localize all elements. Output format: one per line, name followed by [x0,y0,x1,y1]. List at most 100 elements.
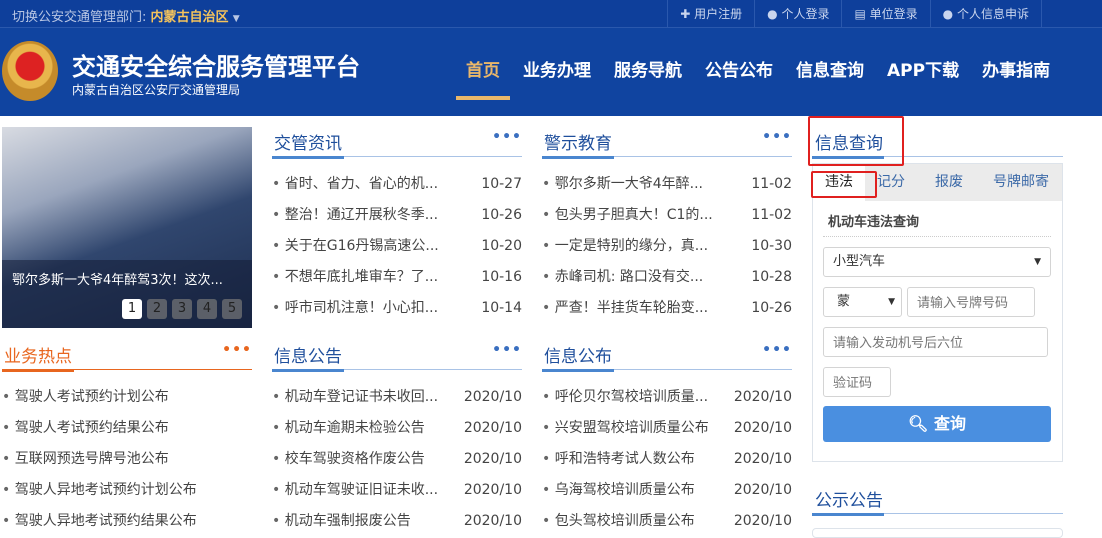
warn-list: 鄂尔多斯一大爷4年醉... 11-02 包头男子胆真大！C1的... 11-02 一定是… [542,169,792,324]
more-button[interactable]: ••• [222,342,252,370]
list-item[interactable]: 整治！通辽开展秋冬季... 10-26 [272,200,522,231]
item-date: 10-16 [481,269,522,285]
list-item[interactable]: 呼伦贝尔驾校培训质量... 2020/10 [542,382,792,413]
list-item[interactable]: 省时、省力、省心的机... 10-27 [272,169,522,200]
item-title[interactable]: 严查！半挂货车轮胎变... [542,293,708,324]
item-title[interactable]: 互联网预选号牌号池公布 [2,444,169,475]
item-date: 2020/10 [463,389,522,405]
list-item[interactable]: 呼市司机注意！小心扣... 10-14 [272,293,522,324]
nav-guide[interactable]: 办事指南 [972,56,1060,98]
list-item[interactable]: 兴安盟驾校培训质量公布 2020/10 [542,413,792,444]
section-title: 信息公布 [544,347,612,367]
item-title[interactable]: 校车驾驶资格作废公告 [272,444,425,475]
more-button[interactable]: ••• [762,129,792,157]
warn-section: 警示教育 ••• 鄂尔多斯一大爷4年醉... 11-02 包头男子胆真大！C1的... 1… [542,129,792,324]
carousel-page-3[interactable]: 3 [172,299,192,319]
item-title[interactable]: 呼市司机注意！小心扣... [272,293,438,324]
list-item[interactable]: 互联网预选号牌号池公布 [2,444,252,475]
list-item[interactable]: 严查！半挂货车轮胎变... 10-26 [542,293,792,324]
more-button[interactable]: ••• [492,342,522,370]
list-item[interactable]: 包头男子胆真大！C1的... 11-02 [542,200,792,231]
list-item[interactable]: 呼和浩特考试人数公布 2020/10 [542,444,792,475]
list-item[interactable]: 校车驾驶资格作废公告 2020/10 [272,444,522,475]
item-date: 10-28 [751,269,792,285]
vehicle-type-select[interactable]: 小型汽车 ▼ [823,247,1051,277]
item-title[interactable]: 关于在G16丹锡高速公... [272,231,439,262]
list-item[interactable]: 包头驾校培训质量公布 2020/10 [542,506,792,537]
province-value: 蒙 [837,294,851,309]
tab-plate-mail[interactable]: 号牌邮寄 [975,164,1061,201]
query-submit-button[interactable]: 🔍︎ 查询 [823,406,1051,442]
public-notice-header: 公示公告 [812,486,1063,516]
personal-login-link[interactable]: ● 个人登录 [754,0,841,28]
item-title[interactable]: 包头男子胆真大！C1的... [542,200,713,231]
list-item[interactable]: 关于在G16丹锡高速公... 10-20 [272,231,522,262]
nav-app-download[interactable]: APP下载 [877,56,969,98]
carousel-page-1[interactable]: 1 [122,299,142,319]
item-title[interactable]: 鄂尔多斯一大爷4年醉... [542,169,703,200]
list-item[interactable]: 机动车驾驶证旧证未收... 2020/10 [272,475,522,506]
register-link[interactable]: ✚ 用户注册 [667,0,754,28]
item-title[interactable]: 不想年底扎堆审车？了... [272,262,438,293]
item-title[interactable]: 整治！通辽开展秋冬季... [272,200,438,231]
list-item[interactable]: 赤峰司机: 路口没有交... 10-28 [542,262,792,293]
unit-login-link[interactable]: ▤ 单位登录 [841,0,929,28]
item-title[interactable]: 包头驾校培训质量公布 [542,506,695,537]
notice-section: 信息公告 ••• 机动车登记证书未收回... 2020/10 机动车逾期未检验公告 202… [272,342,522,537]
nav-info-query[interactable]: 信息查询 [786,56,874,98]
item-title[interactable]: 机动车强制报废公告 [272,506,411,537]
nav-announcements[interactable]: 公告公布 [695,56,783,98]
item-title[interactable]: 驾驶人考试预约结果公布 [2,413,169,444]
hot-list: 驾驶人考试预约计划公布驾驶人考试预约结果公布互联网预选号牌号池公布驾驶人异地考试… [2,382,252,537]
item-title[interactable]: 驾驶人异地考试预约计划公布 [2,475,197,506]
dept-value[interactable]: 内蒙古自治区 [151,10,229,25]
province-select[interactable]: 蒙 ▼ [823,287,902,317]
carousel-page-4[interactable]: 4 [197,299,217,319]
item-title[interactable]: 一定是特别的缘分，真... [542,231,708,262]
list-item[interactable]: 机动车登记证书未收回... 2020/10 [272,382,522,413]
item-title[interactable]: 省时、省力、省心的机... [272,169,438,200]
item-title[interactable]: 赤峰司机: 路口没有交... [542,262,704,293]
list-item[interactable]: 一定是特别的缘分，真... 10-30 [542,231,792,262]
engine-number-input[interactable] [823,327,1048,357]
news-carousel[interactable]: 鄂尔多斯一大爷4年醉驾3次！这次... 1 2 3 4 5 [2,127,252,328]
list-item[interactable]: 不想年底扎堆审车？了... 10-16 [272,262,522,293]
item-title[interactable]: 兴安盟驾校培训质量公布 [542,413,709,444]
list-item[interactable]: 驾驶人考试预约计划公布 [2,382,252,413]
item-title[interactable]: 驾驶人考试预约计划公布 [2,382,169,413]
list-item[interactable]: 乌海驾校培训质量公布 2020/10 [542,475,792,506]
appeal-link[interactable]: ● 个人信息申诉 [929,0,1042,28]
item-date: 10-26 [751,300,792,316]
item-title[interactable]: 机动车登记证书未收回... [272,382,438,413]
news-section: 交管资讯 ••• 省时、省力、省心的机... 10-27 整治！通辽开展秋冬季... 10… [272,129,522,324]
tab-scrap[interactable]: 报废 [917,164,975,201]
item-title[interactable]: 机动车驾驶证旧证未收... [272,475,438,506]
nav-home[interactable]: 首页 [456,56,510,100]
list-item[interactable]: 驾驶人考试预约结果公布 [2,413,252,444]
nav-service[interactable]: 服务导航 [604,56,692,98]
user-icon: ● [767,7,778,21]
captcha-input[interactable] [823,367,891,397]
list-item[interactable]: 机动车强制报废公告 2020/10 [272,506,522,537]
list-item[interactable]: 驾驶人异地考试预约结果公布 [2,506,252,537]
carousel-page-5[interactable]: 5 [222,299,242,319]
police-emblem-logo [2,41,58,101]
more-button[interactable]: ••• [762,342,792,370]
item-date: 2020/10 [463,451,522,467]
department-switcher[interactable]: 切换公安交通管理部门: 内蒙古自治区 ▼ [12,6,240,25]
list-item[interactable]: 驾驶人异地考试预约计划公布 [2,475,252,506]
list-item[interactable]: 鄂尔多斯一大爷4年醉... 11-02 [542,169,792,200]
item-title[interactable]: 乌海驾校培训质量公布 [542,475,695,506]
nav-business[interactable]: 业务办理 [513,56,601,98]
plate-number-input[interactable] [907,287,1035,317]
item-title[interactable]: 驾驶人异地考试预约结果公布 [2,506,197,537]
carousel-caption[interactable]: 鄂尔多斯一大爷4年醉驾3次！这次... [12,269,223,288]
item-title[interactable]: 呼和浩特考试人数公布 [542,444,695,475]
more-button[interactable]: ••• [492,129,522,157]
item-date: 2020/10 [733,420,792,436]
carousel-page-2[interactable]: 2 [147,299,167,319]
item-title[interactable]: 呼伦贝尔驾校培训质量... [542,382,708,413]
list-item[interactable]: 机动车逾期未检验公告 2020/10 [272,413,522,444]
notice-list: 机动车登记证书未收回...2020/10机动车逾期未检验公告2020/10校车驾… [272,382,522,537]
item-title[interactable]: 机动车逾期未检验公告 [272,413,425,444]
